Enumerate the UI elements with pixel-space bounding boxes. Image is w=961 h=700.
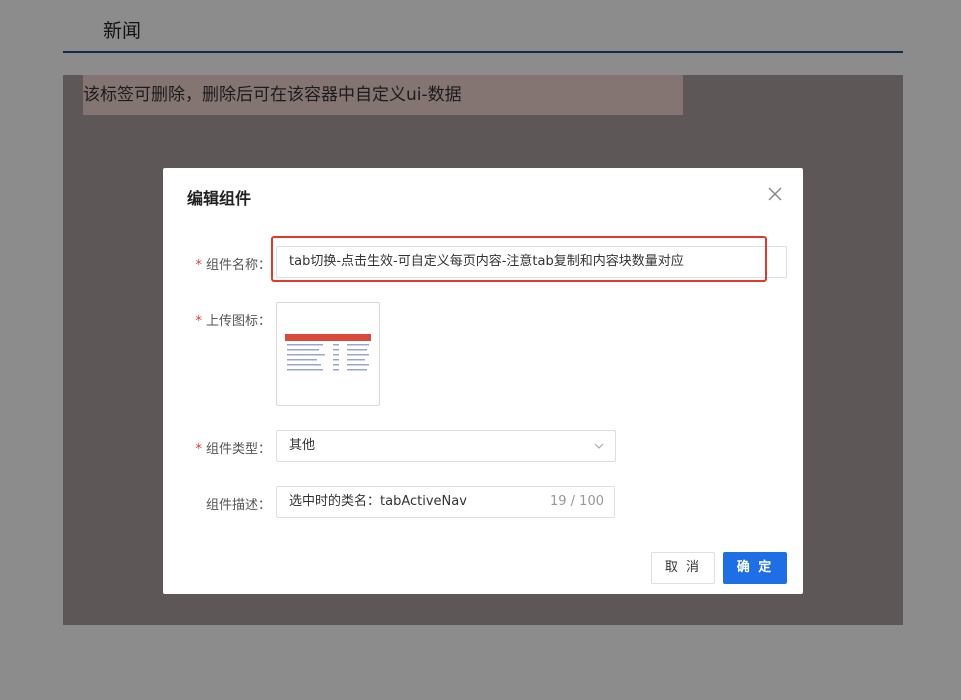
confirm-button[interactable]: 确 定 (723, 552, 787, 584)
upload-label: * 上传图标： (195, 314, 271, 329)
char-count: 19 / 100 (550, 494, 604, 509)
required-star: * (195, 258, 202, 273)
type-label: * 组件类型： (195, 442, 271, 457)
dialog-title: 编辑组件 (187, 189, 252, 208)
component-desc-input[interactable]: 选中时的类名：tabActiveNav 19 / 100 (276, 486, 615, 518)
close-button[interactable] (767, 186, 783, 202)
required-star: * (195, 314, 202, 329)
required-star: * (195, 442, 202, 457)
upload-icon-box[interactable] (276, 302, 380, 406)
component-type-select[interactable]: 其他 (276, 430, 616, 462)
chevron-down-icon (594, 443, 604, 449)
edit-component-dialog: 编辑组件 * 组件名称： tab切换-点击生效-可自定义每页内容-注意tab复制和… (163, 168, 803, 594)
desc-label: 组件描述： (205, 498, 271, 513)
cancel-button[interactable]: 取 消 (651, 552, 715, 584)
thumbnail-image (285, 334, 371, 374)
close-icon (768, 187, 782, 201)
select-value: 其他 (289, 438, 316, 453)
component-name-input[interactable]: tab切换-点击生效-可自定义每页内容-注意tab复制和内容块数量对应 (276, 246, 787, 278)
name-label: * 组件名称： (195, 258, 271, 273)
desc-value: 选中时的类名：tabActiveNav (289, 494, 467, 509)
